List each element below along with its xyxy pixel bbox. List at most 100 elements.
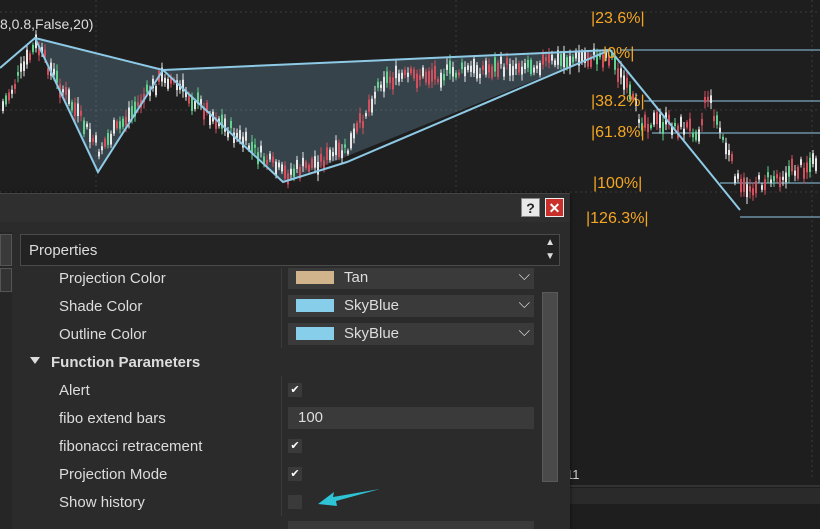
candle-body — [554, 60, 556, 66]
section-label: Function Parameters — [51, 354, 201, 371]
properties-dialog: ? ✕ Properties ▲ ▼ Projection Color Tan … — [0, 193, 570, 529]
show-history-checkbox[interactable] — [288, 495, 302, 509]
color-swatch — [296, 271, 334, 284]
candle-body — [110, 133, 112, 145]
candle-body — [29, 53, 31, 61]
candle-body — [500, 56, 502, 64]
projection-mode-checkbox[interactable]: ✔ — [288, 467, 302, 481]
candle-body — [767, 172, 769, 178]
candle-body — [638, 119, 640, 123]
candle-body — [8, 92, 10, 101]
candle-body — [89, 129, 91, 143]
chevron-down-icon[interactable]: ⌵ — [519, 295, 530, 312]
fibonacci-retracement-checkbox[interactable]: ✔ — [288, 439, 302, 453]
candle-body — [80, 110, 82, 116]
candle-body — [467, 65, 469, 70]
candle-body — [680, 116, 682, 127]
candle-body — [770, 179, 772, 183]
candle-body — [26, 49, 28, 65]
candle-body — [692, 133, 694, 138]
collapse-triangle-icon[interactable] — [30, 357, 40, 364]
candle-body — [473, 58, 475, 74]
candle-body — [800, 159, 802, 165]
close-button[interactable]: ✕ — [545, 198, 564, 217]
candle-body — [371, 98, 373, 113]
candle-body — [659, 114, 661, 128]
candle-body — [392, 77, 394, 90]
candle-body — [119, 121, 121, 129]
color-swatch — [296, 299, 334, 312]
row-label: Projection Color — [59, 270, 166, 287]
chart-scroll-strip — [570, 488, 820, 504]
candle-body — [527, 59, 529, 68]
row-label: Shade Color — [59, 298, 143, 315]
candle-body — [386, 71, 388, 83]
row-divider — [281, 432, 282, 460]
candle-body — [782, 176, 784, 180]
candle-body — [476, 65, 478, 79]
candle-body — [695, 131, 697, 141]
candle-body — [98, 151, 100, 157]
candle-body — [791, 158, 793, 172]
color-swatch — [296, 327, 334, 340]
alert-checkbox[interactable]: ✔ — [288, 383, 302, 397]
candle-body — [743, 177, 745, 192]
chevron-down-icon[interactable]: ⌵ — [519, 268, 530, 284]
shade-color-select[interactable]: SkyBlue ⌵ — [288, 295, 534, 317]
candle-body — [428, 71, 430, 85]
projection-color-select[interactable]: Tan ⌵ — [288, 268, 534, 289]
candle-body — [452, 67, 454, 77]
candle-body — [236, 132, 238, 138]
candle-body — [758, 175, 760, 180]
candle-body — [542, 54, 544, 65]
candle-body — [116, 121, 118, 129]
row-label: fibo extend bars — [59, 410, 166, 427]
candle-body — [662, 122, 664, 134]
scroll-down-icon[interactable]: ▼ — [545, 251, 555, 262]
candle-body — [329, 149, 331, 161]
help-button[interactable]: ? — [521, 198, 540, 217]
candle-body — [74, 102, 76, 117]
scrollbar-thumb[interactable] — [542, 292, 558, 482]
candle-body — [812, 153, 814, 165]
row-fibonacci-retracement: fibonacci retracement ✔ — [20, 432, 540, 460]
candle-body — [701, 119, 703, 126]
candle-body — [281, 164, 283, 172]
left-panel-box[interactable] — [0, 268, 12, 292]
properties-grid: Projection Color Tan ⌵ Shade Color SkyBl… — [20, 268, 540, 529]
candle-body — [707, 96, 709, 102]
fib-label-61-8: |61.8%| — [591, 124, 645, 141]
candle-body — [734, 176, 736, 183]
section-function-parameters[interactable]: Function Parameters — [20, 348, 540, 376]
fib-label-126-3: |126.3%| — [586, 210, 649, 227]
candle-body — [572, 56, 574, 63]
candle-body — [737, 173, 739, 179]
candle-body — [23, 61, 25, 71]
candle-body — [497, 62, 499, 77]
fibo-extend-bars-input[interactable]: 100 — [288, 407, 534, 429]
candle-body — [14, 83, 16, 89]
candle-body — [431, 69, 433, 82]
candle-body — [485, 60, 487, 75]
candle-body — [479, 73, 481, 78]
chevron-down-icon[interactable]: ⌵ — [519, 323, 530, 340]
dialog-titlebar[interactable]: ? ✕ — [0, 194, 570, 222]
properties-scrollbar[interactable] — [542, 292, 558, 529]
candle-body — [785, 172, 787, 183]
candle-body — [356, 123, 358, 132]
outline-color-select[interactable]: SkyBlue ⌵ — [288, 323, 534, 345]
candle-body — [362, 121, 364, 128]
candle-body — [455, 72, 457, 78]
candle-body — [95, 135, 97, 143]
row-divider — [281, 404, 282, 432]
candle-body — [698, 129, 700, 142]
candle-body — [266, 159, 268, 165]
left-spinner[interactable] — [0, 234, 12, 266]
candle-body — [410, 68, 412, 74]
candle-body — [365, 113, 367, 117]
candle-body — [548, 53, 550, 63]
scroll-up-icon[interactable]: ▲ — [545, 237, 555, 248]
candle-body — [290, 168, 292, 175]
row-outline-color: Outline Color SkyBlue ⌵ — [20, 320, 540, 348]
row-show-history: Show history — [20, 488, 540, 516]
